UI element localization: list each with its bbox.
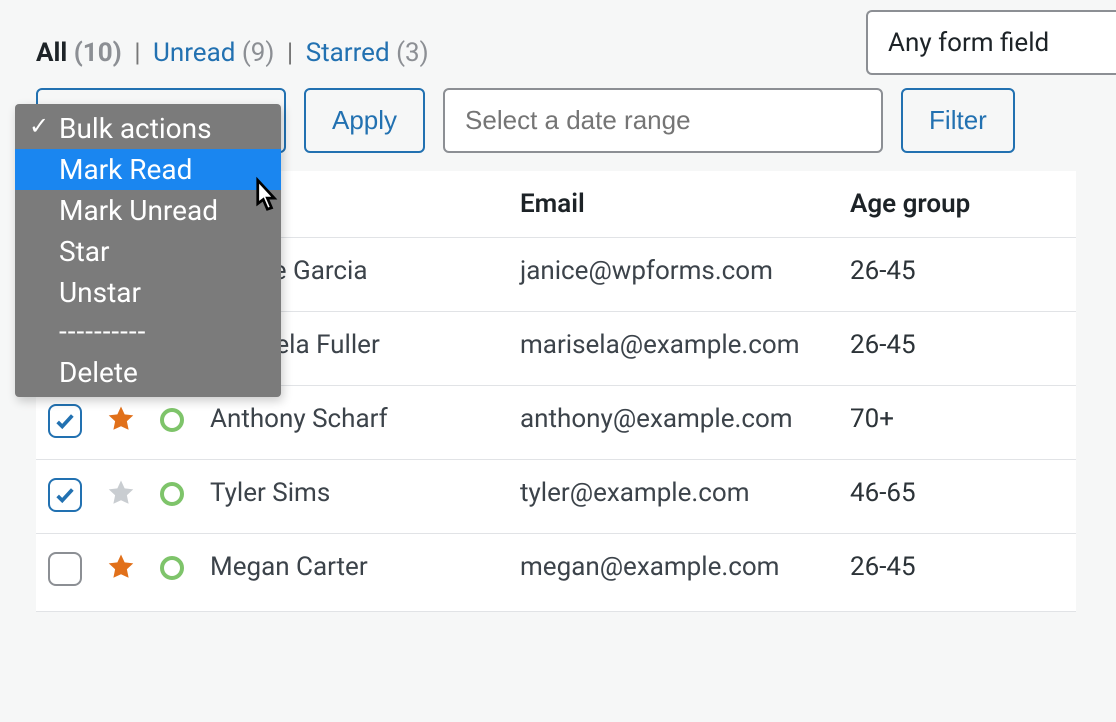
bulk-option-separator: ---------- bbox=[15, 313, 281, 352]
bulk-option-mark-unread[interactable]: Mark Unread bbox=[15, 190, 281, 231]
cell-email: marisela@example.com bbox=[508, 312, 838, 386]
date-range-input[interactable] bbox=[443, 88, 883, 153]
star-icon[interactable] bbox=[106, 552, 136, 582]
filter-button[interactable]: Filter bbox=[901, 88, 1015, 153]
bulk-option-delete[interactable]: Delete bbox=[15, 352, 281, 393]
table-row: Tyler Simstyler@example.com46-65 bbox=[36, 460, 1076, 534]
cell-age: 70+ bbox=[838, 386, 1076, 460]
cell-email: tyler@example.com bbox=[508, 460, 838, 534]
unread-status-icon bbox=[160, 408, 184, 432]
separator: | bbox=[287, 38, 300, 68]
bulk-option-header[interactable]: Bulk actions bbox=[15, 108, 281, 149]
cell-name[interactable]: Tyler Sims bbox=[198, 460, 508, 534]
bulk-option-mark-read[interactable]: Mark Read bbox=[15, 149, 281, 190]
cell-age: 26-45 bbox=[838, 312, 1076, 386]
form-field-select-label: Any form field bbox=[888, 28, 1049, 58]
row-checkbox[interactable] bbox=[48, 478, 82, 512]
cell-email: anthony@example.com bbox=[508, 386, 838, 460]
star-icon[interactable] bbox=[106, 478, 136, 508]
separator: | bbox=[134, 38, 147, 68]
star-icon[interactable] bbox=[106, 404, 136, 434]
cell-age: 46-65 bbox=[838, 460, 1076, 534]
view-all-link[interactable]: All (10) bbox=[36, 38, 122, 68]
column-email-header[interactable]: Email bbox=[508, 171, 838, 238]
bulk-option-unstar[interactable]: Unstar bbox=[15, 272, 281, 313]
row-checkbox[interactable] bbox=[48, 404, 82, 438]
cell-email: janice@wpforms.com bbox=[508, 238, 838, 312]
unread-status-icon bbox=[160, 482, 184, 506]
form-field-select[interactable]: Any form field bbox=[866, 10, 1116, 75]
bulk-option-star[interactable]: Star bbox=[15, 231, 281, 272]
column-age-header[interactable]: Age group bbox=[838, 171, 1076, 238]
table-row: Megan Cartermegan@example.com26-45 bbox=[36, 534, 1076, 612]
cell-age: 26-45 bbox=[838, 238, 1076, 312]
bulk-actions-dropdown[interactable]: Bulk actions Mark Read Mark Unread Star … bbox=[15, 104, 281, 397]
row-checkbox[interactable] bbox=[48, 552, 82, 586]
unread-status-icon bbox=[160, 556, 184, 580]
cell-age: 26-45 bbox=[838, 534, 1076, 612]
cell-email: megan@example.com bbox=[508, 534, 838, 612]
cell-name[interactable]: Megan Carter bbox=[198, 534, 508, 612]
view-unread-link[interactable]: Unread (9) bbox=[153, 38, 274, 68]
apply-button[interactable]: Apply bbox=[304, 88, 425, 153]
view-starred-link[interactable]: Starred (3) bbox=[306, 38, 429, 68]
